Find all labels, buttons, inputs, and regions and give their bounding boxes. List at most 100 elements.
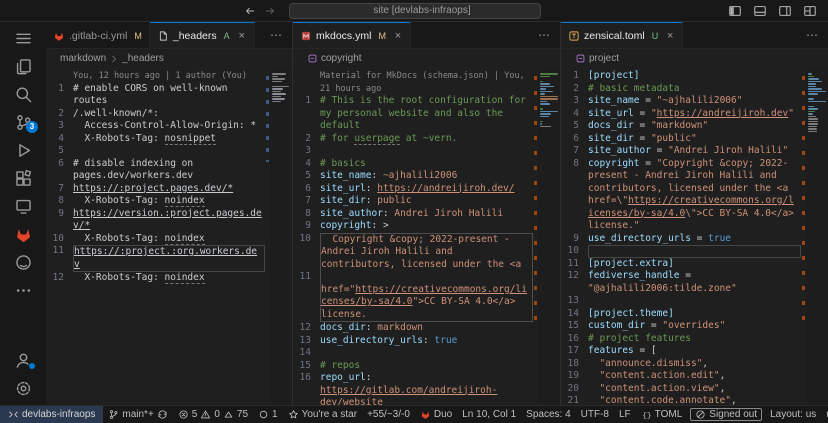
editor-actions-button[interactable]: ⋯ <box>797 22 828 48</box>
code-line[interactable]: 4 X-Robots-Tag: nosnippet <box>46 133 265 146</box>
minimap[interactable] <box>806 70 828 405</box>
code-line[interactable]: 8site_author: Andrei Jiroh Halili <box>293 208 533 221</box>
nav-forward-button[interactable] <box>261 3 279 19</box>
code-area[interactable]: You, 12 hours ago | 1 author (You)1# ena… <box>46 70 265 405</box>
activity-bar-item-additional-views[interactable] <box>0 276 46 304</box>
status-remote-indicator[interactable]: devlabs-infraops <box>0 406 103 423</box>
code-line[interactable]: 4site_url = "https://andreijiroh.dev" <box>561 108 801 121</box>
code-line[interactable]: 12 X-Robots-Tag: noindex <box>46 272 265 285</box>
code-line[interactable]: 10 <box>561 245 801 258</box>
activity-bar-item-gitlab-workflow[interactable] <box>0 220 46 248</box>
activity-bar-item-extensions[interactable] <box>0 164 46 192</box>
code-line[interactable]: 6site_url: https://andreijiroh.dev/ <box>293 183 533 196</box>
activity-bar-item-source-control[interactable]: 3 <box>0 108 46 136</box>
code-line[interactable]: 5site_name: ~ajhalili2006 <box>293 170 533 183</box>
code-line[interactable]: 17features = [ <box>561 345 801 358</box>
code-line[interactable]: 16# project features <box>561 333 801 346</box>
customize-layout-button[interactable] <box>801 3 819 19</box>
code-line[interactable]: 18 "announce.dismiss", <box>561 358 801 371</box>
activity-bar-item-explorer[interactable] <box>0 52 46 80</box>
tab-close-icon[interactable]: × <box>237 31 247 41</box>
activity-bar-item-accounts[interactable] <box>0 346 46 374</box>
code-line[interactable]: 7site_dir: public <box>293 195 533 208</box>
code-line[interactable]: 2/.well-known/*: <box>46 108 265 121</box>
code-line[interactable]: 7https://:project.pages.dev/* <box>46 183 265 196</box>
activity-bar-item-github[interactable] <box>0 248 46 276</box>
activity-bar-item-remote-explorer[interactable] <box>0 192 46 220</box>
code-line[interactable]: 12docs_dir: markdown <box>293 322 533 335</box>
activity-bar-item-settings[interactable] <box>0 374 46 402</box>
code-line[interactable]: 8copyright = "Copyright &copy; 2022-pres… <box>561 158 801 233</box>
editor-pane[interactable]: 1[project]2# basic metadata3site_name = … <box>561 68 828 405</box>
toggle-panel-button[interactable] <box>751 3 769 19</box>
code-line[interactable]: 20 "content.action.view", <box>561 383 801 396</box>
tab-gitlab-ci-yml[interactable]: .gitlab-ci.ymlM <box>46 22 150 48</box>
code-line[interactable]: 14 <box>293 347 533 360</box>
breadcrumb-item-project[interactable]: project <box>575 53 619 64</box>
breadcrumb-item-headers[interactable]: _headers <box>122 53 164 64</box>
breadcrumb[interactable]: project <box>561 49 828 68</box>
breadcrumb-item-copyright[interactable]: copyright <box>307 53 362 64</box>
code-area[interactable]: 1[project]2# basic metadata3site_name = … <box>561 70 801 405</box>
toggle-sidebar-left-button[interactable] <box>726 3 744 19</box>
breadcrumb[interactable]: copyright <box>293 49 560 68</box>
status-indentation[interactable]: Spaces: 4 <box>521 406 575 423</box>
code-line[interactable]: 19 "content.action.edit", <box>561 370 801 383</box>
code-line[interactable]: 1[project] <box>561 70 801 83</box>
code-line[interactable]: 10 X-Robots-Tag: noindex <box>46 233 265 246</box>
code-line[interactable]: 15custom_dir = "overrides" <box>561 320 801 333</box>
activity-bar-item-run-and-debug[interactable] <box>0 136 46 164</box>
nav-back-button[interactable] <box>241 3 259 19</box>
code-line[interactable]: 16repo_url: https://gitlab.com/andreijir… <box>293 372 533 405</box>
status-eol[interactable]: LF <box>614 406 636 423</box>
status-language-mode[interactable]: {}TOML <box>636 406 688 423</box>
status-encoding[interactable]: UTF-8 <box>576 406 614 423</box>
code-line[interactable]: 14[project.theme] <box>561 308 801 321</box>
code-line[interactable]: 5docs_dir = "markdown" <box>561 120 801 133</box>
code-line[interactable]: 11[project.extra] <box>561 258 801 271</box>
activity-bar-item-search[interactable] <box>0 80 46 108</box>
code-line[interactable]: 11 href="https://creativecommons.org/lic… <box>293 271 533 322</box>
code-line[interactable]: 12fediverse_handle = "@ajhalili2006:tild… <box>561 270 801 295</box>
code-line[interactable]: 4# basics <box>293 158 533 171</box>
command-center-search[interactable]: site [devlabs-infraops] <box>289 3 541 19</box>
code-line[interactable]: 2# for userpage at ~vern. <box>293 133 533 146</box>
code-line[interactable]: 10 Copyright &copy; 2022-present - Andre… <box>293 233 533 272</box>
code-line[interactable]: 9use_directory_urls = true <box>561 233 801 246</box>
editor-actions-button[interactable]: ⋯ <box>261 22 292 48</box>
tab-zensical-toml[interactable]: zensical.tomlU× <box>561 22 683 48</box>
status-cursor-position[interactable]: Ln 10, Col 1 <box>457 406 521 423</box>
tab-mkdocs-yml[interactable]: mkdocs.ymlM× <box>293 22 411 48</box>
code-line[interactable]: 13use_directory_urls: true <box>293 335 533 348</box>
code-line[interactable]: 5 <box>46 145 265 158</box>
editor-pane[interactable]: Material for MkDocs (schema.json) | You,… <box>293 68 560 405</box>
code-line[interactable]: 7site_author = "Andrei Jiroh Halili" <box>561 145 801 158</box>
code-line[interactable]: 9https://version.:project.pages.dev/* <box>46 208 265 233</box>
status-diff-stats[interactable]: +55/~3/-0 <box>362 406 415 423</box>
minimap[interactable] <box>538 70 560 405</box>
breadcrumb-item-markdown[interactable]: markdown <box>60 53 106 64</box>
editor-actions-button[interactable]: ⋯ <box>529 22 560 48</box>
status-keyboard-layout[interactable]: Layout: us <box>765 406 821 423</box>
status-problems[interactable]: 5075 <box>173 406 253 423</box>
editor-pane[interactable]: You, 12 hours ago | 1 author (You)1# ena… <box>46 68 292 405</box>
code-line[interactable]: 15# repos <box>293 360 533 373</box>
status-pending-count[interactable]: 1 <box>253 406 283 423</box>
code-line[interactable]: 21 "content.code.annotate", <box>561 395 801 405</box>
minimap[interactable] <box>270 70 292 405</box>
status-signed-out[interactable]: Signed out <box>690 408 762 421</box>
code-area[interactable]: Material for MkDocs (schema.json) | You,… <box>293 70 533 405</box>
activity-bar-item-application-menu[interactable] <box>0 24 46 52</box>
toggle-sidebar-right-button[interactable] <box>776 3 794 19</box>
code-line[interactable]: 2# basic metadata <box>561 83 801 96</box>
code-line[interactable]: 6site_dir = "public" <box>561 133 801 146</box>
code-line[interactable]: 3 Access-Control-Allow-Origin: * <box>46 120 265 133</box>
tab-headers[interactable]: _headersA× <box>150 22 255 48</box>
code-line[interactable]: 9copyright: > <box>293 220 533 233</box>
code-line[interactable]: 6# disable indexing on pages.dev/workers… <box>46 158 265 183</box>
code-line[interactable]: 11https://:project.:org.workers.dev <box>46 245 265 272</box>
tab-close-icon[interactable]: × <box>665 31 675 41</box>
tab-close-icon[interactable]: × <box>393 31 403 41</box>
code-line[interactable]: 8 X-Robots-Tag: noindex <box>46 195 265 208</box>
code-line[interactable]: 1# This is the root configuration for my… <box>293 95 533 133</box>
